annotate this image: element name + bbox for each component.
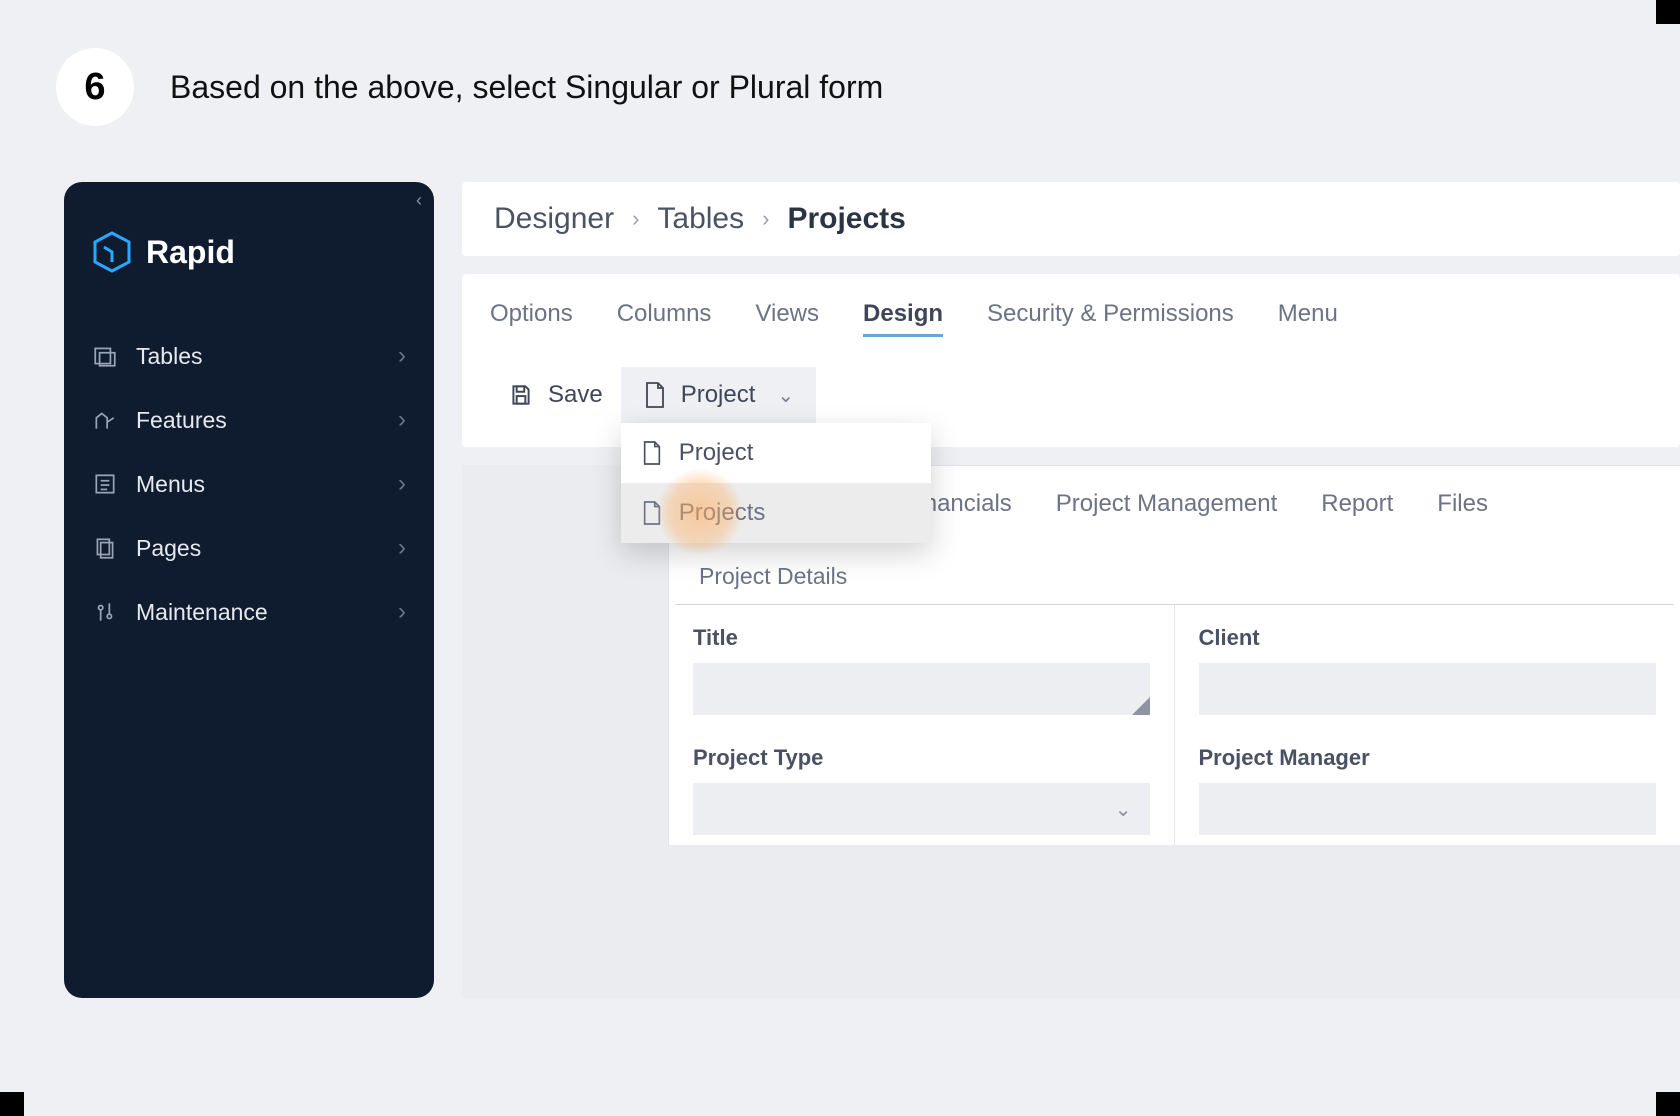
save-button-label: Save [548,381,603,409]
field-label: Client [1199,625,1657,651]
project-manager-input[interactable] [1199,783,1657,835]
step-number-badge: 6 [56,48,134,126]
tables-icon [92,343,118,369]
panel-tab-files[interactable]: Files [1437,490,1488,529]
sidebar-item-label: Maintenance [136,599,380,626]
frame-corner [1656,1092,1680,1116]
brand-logo-icon [92,230,132,274]
panel-tab-project-management[interactable]: Project Management [1056,490,1277,529]
sidebar-item-label: Pages [136,535,380,562]
project-type-select[interactable]: ⌄ [693,783,1150,835]
frame-corner [1656,0,1680,24]
panel-section-title: Project Details [675,545,1674,605]
form-field-project-type: Project Type ⌄ [669,725,1175,845]
form-field-project-manager: Project Manager [1175,725,1680,845]
chevron-right-icon: › [398,534,406,562]
maintenance-icon [92,599,118,625]
form-option-label: Project [679,439,754,467]
field-label: Title [693,625,1150,651]
form-option-label: Projects [679,499,766,527]
sidebar-item-tables[interactable]: Tables › [64,324,434,388]
form-selector-value: Project [681,381,756,409]
sidebar: ‹ Rapid Tables › [64,182,434,998]
chevron-right-icon: › [398,470,406,498]
breadcrumb-tables[interactable]: Tables [657,202,744,236]
chevron-down-icon: ⌄ [777,383,794,408]
menus-icon [92,471,118,497]
brand-name: Rapid [146,234,235,271]
page-icon [641,440,663,466]
brand: Rapid [64,210,434,324]
sidebar-collapse-icon[interactable]: ‹ [416,190,422,211]
sidebar-item-label: Features [136,407,380,434]
tab-columns[interactable]: Columns [617,300,712,337]
chevron-right-icon: › [398,342,406,370]
app-window: ‹ Rapid Tables › [64,182,1680,998]
page-tabstrip: Options Columns Views Design Security & … [462,274,1680,447]
chevron-right-icon: › [398,598,406,626]
page-icon [641,500,663,526]
features-icon [92,407,118,433]
form-option-plural[interactable]: Projects [621,483,931,543]
form-field-client: Client [1175,605,1680,725]
breadcrumb-current: Projects [787,202,905,236]
sidebar-item-features[interactable]: Features › [64,388,434,452]
chevron-right-icon: › [762,206,769,232]
sidebar-item-maintenance[interactable]: Maintenance › [64,580,434,644]
sidebar-item-label: Tables [136,343,380,370]
sidebar-item-menus[interactable]: Menus › [64,452,434,516]
tab-design[interactable]: Design [863,300,943,337]
save-icon [508,382,534,408]
form-selector-popup: Project Projects [621,423,931,543]
chevron-right-icon: › [632,206,639,232]
field-label: Project Manager [1199,745,1657,771]
title-input[interactable] [693,663,1150,715]
form-selector-dropdown[interactable]: Project ⌄ Project [621,367,816,423]
field-label: Project Type [693,745,1150,771]
panel-tab-report[interactable]: Report [1321,490,1393,529]
tab-options[interactable]: Options [490,300,573,337]
save-button[interactable]: Save [490,369,621,421]
tab-security-permissions[interactable]: Security & Permissions [987,300,1234,337]
form-field-title: Title [669,605,1175,725]
tab-views[interactable]: Views [755,300,819,337]
chevron-right-icon: › [398,406,406,434]
step-instruction-text: Based on the above, select Singular or P… [170,69,883,106]
page-icon [643,381,667,409]
chevron-down-icon: ⌄ [1115,797,1132,822]
breadcrumb: Designer › Tables › Projects [462,182,1680,256]
main-content: Designer › Tables › Projects Options Col… [434,182,1680,998]
client-input[interactable] [1199,663,1657,715]
design-canvas: Project Details Financials Project Manag… [462,465,1680,998]
sidebar-item-pages[interactable]: Pages › [64,516,434,580]
frame-corner [0,1092,24,1116]
form-option-singular[interactable]: Project [621,423,931,483]
breadcrumb-root[interactable]: Designer [494,202,614,236]
tab-menu[interactable]: Menu [1278,300,1338,337]
pages-icon [92,535,118,561]
sidebar-item-label: Menus [136,471,380,498]
step-header: 6 Based on the above, select Singular or… [56,48,883,126]
